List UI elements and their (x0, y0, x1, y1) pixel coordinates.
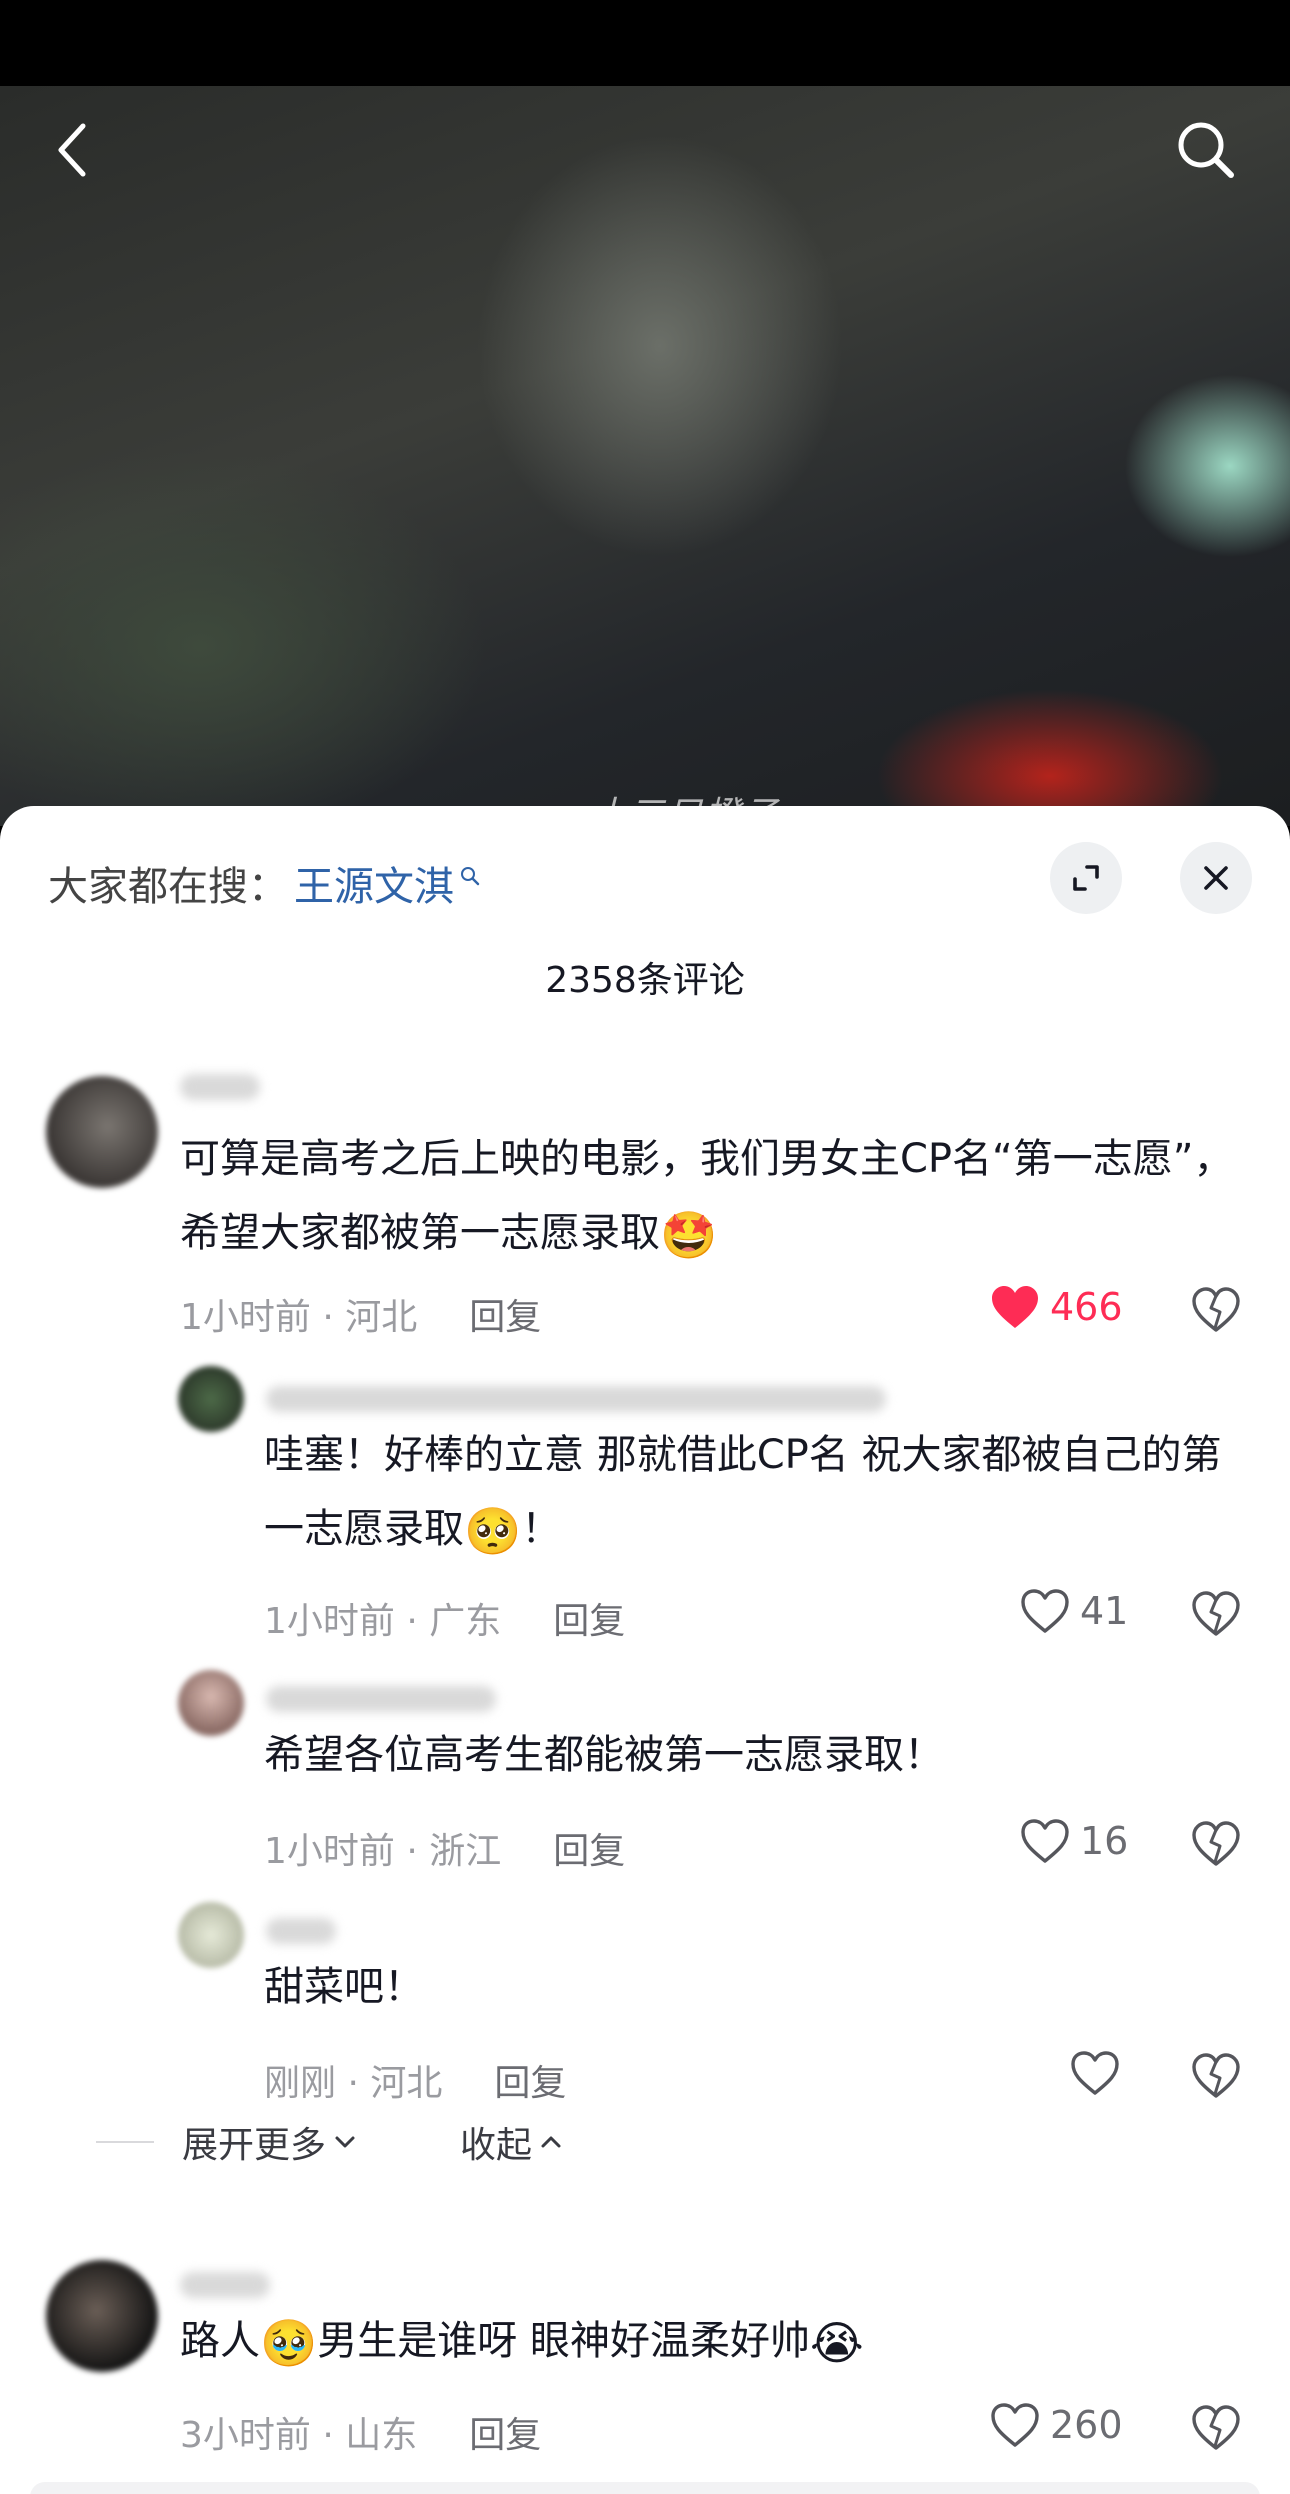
chevron-up-icon (541, 2136, 561, 2148)
like-count: 466 (1050, 1285, 1123, 1329)
close-sheet-button[interactable] (1180, 842, 1252, 914)
expand-more-button[interactable]: 展开更多 (182, 2116, 360, 2168)
search-suggestion[interactable]: 大家都在搜： 王源文淇 (48, 854, 480, 912)
comment-time-location: 刚刚 · 河北 (264, 2063, 443, 2104)
video-player[interactable]: 十三只橙子 (0, 86, 1290, 836)
comment-meta: 刚刚 · 河北 回复 (264, 2054, 566, 2106)
reply-button[interactable]: 回复 (494, 2054, 566, 2106)
comment-text: 希望各位高考生都能被第一志愿录取！ (264, 1732, 944, 1778)
avatar[interactable] (178, 1366, 244, 1432)
comment-sheet: 大家都在搜： 王源文淇 2358条评论 可算是高考之后上映的电影，我们男女主CP… (0, 806, 1290, 2494)
mini-search-icon (461, 867, 480, 886)
comment-input-bar[interactable] (30, 2482, 1260, 2494)
collapse-button[interactable]: 收起 (460, 2116, 566, 2168)
loudly-crying-emoji: 😭 (810, 2316, 864, 2370)
comment-time-location: 1小时前 · 浙江 (264, 1831, 502, 1872)
heart-outline-icon (1021, 1819, 1069, 1863)
star-struck-emoji: 🤩 (660, 1208, 718, 1262)
chevron-down-icon (335, 2136, 355, 2148)
comment-meta: 3小时前 · 山东 回复 (180, 2406, 541, 2458)
comment-count: 2358条评论 (545, 960, 745, 1001)
like-button[interactable] (1070, 2050, 1130, 2096)
status-bar (0, 0, 1290, 86)
dislike-heart-icon[interactable] (1190, 2402, 1242, 2454)
like-count: 41 (1080, 1589, 1129, 1633)
chevron-left-icon (58, 123, 86, 177)
search-suggestion-prefix: 大家都在搜： (48, 864, 288, 910)
like-button[interactable]: 41 (1020, 1588, 1128, 1634)
comment-time-location: 1小时前 · 广东 (264, 1601, 502, 1642)
username-blurred[interactable] (266, 1918, 336, 1944)
expand-more-label: 展开更多 (182, 2125, 327, 2166)
heart-filled-icon (992, 1286, 1038, 1328)
avatar[interactable] (178, 1670, 244, 1736)
like-count: 260 (1050, 2403, 1123, 2447)
search-suggestion-keyword[interactable]: 王源文淇 (294, 854, 454, 912)
like-button[interactable]: 466 (990, 1284, 1123, 1330)
username-blurred[interactable] (266, 1386, 886, 1412)
reply-button[interactable]: 回复 (553, 1592, 625, 1644)
comment-text: 可算是高考之后上映的电影，我们男女主CP名“第一志愿”，希望大家都被第一志愿录取… (180, 1136, 1234, 1262)
expand-icon (1073, 865, 1099, 891)
expand-sheet-button[interactable] (1050, 842, 1122, 914)
like-button[interactable]: 260 (990, 2402, 1123, 2448)
dislike-heart-icon[interactable] (1190, 2050, 1242, 2102)
comment-meta: 1小时前 · 广东 回复 (264, 1592, 625, 1644)
like-count: 16 (1080, 1819, 1129, 1863)
comment-time-location: 1小时前 · 河北 (180, 1297, 418, 1338)
username-blurred[interactable] (266, 1686, 496, 1712)
collapse-label: 收起 (460, 2125, 533, 2166)
avatar[interactable] (46, 2260, 158, 2372)
avatar[interactable] (178, 1902, 244, 1968)
comment-text: 甜菜吧！ (264, 1964, 424, 2010)
dislike-heart-icon[interactable] (1190, 1818, 1242, 1870)
thread-controls: 展开更多 收起 (96, 2116, 566, 2168)
heart-outline-icon (1071, 2051, 1119, 2095)
back-button[interactable] (38, 115, 108, 185)
comment-text: 路人🥹男生是谁呀 眼神好温柔好帅😭 (180, 2316, 864, 2370)
comment-meta: 1小时前 · 浙江 回复 (264, 1822, 625, 1874)
heart-outline-icon (991, 2403, 1039, 2447)
comment-meta: 1小时前 · 河北 回复 (180, 1288, 541, 1340)
reply-button[interactable]: 回复 (469, 1288, 541, 1340)
search-icon (1178, 122, 1234, 178)
reply-button[interactable]: 回复 (553, 1822, 625, 1874)
comment-text: 哇塞！好棒的立意 那就借此CP名 祝大家都被自己的第一志愿录取🥺！ (264, 1432, 1222, 1558)
username-blurred[interactable] (180, 1074, 260, 1100)
close-icon (1204, 866, 1228, 890)
comment-time-location: 3小时前 · 山东 (180, 2415, 418, 2456)
avatar[interactable] (46, 1076, 158, 1188)
dislike-heart-icon[interactable] (1190, 1588, 1242, 1640)
divider (96, 2141, 154, 2143)
pleading-face-emoji: 🥺 (464, 1504, 522, 1558)
heart-outline-icon (1021, 1589, 1069, 1633)
reply-button[interactable]: 回复 (469, 2406, 541, 2458)
dislike-heart-icon[interactable] (1190, 1284, 1242, 1336)
username-blurred[interactable] (180, 2272, 270, 2298)
like-button[interactable]: 16 (1020, 1818, 1128, 1864)
holding-back-tears-emoji: 🥹 (260, 2316, 318, 2370)
search-button[interactable] (1168, 112, 1244, 188)
